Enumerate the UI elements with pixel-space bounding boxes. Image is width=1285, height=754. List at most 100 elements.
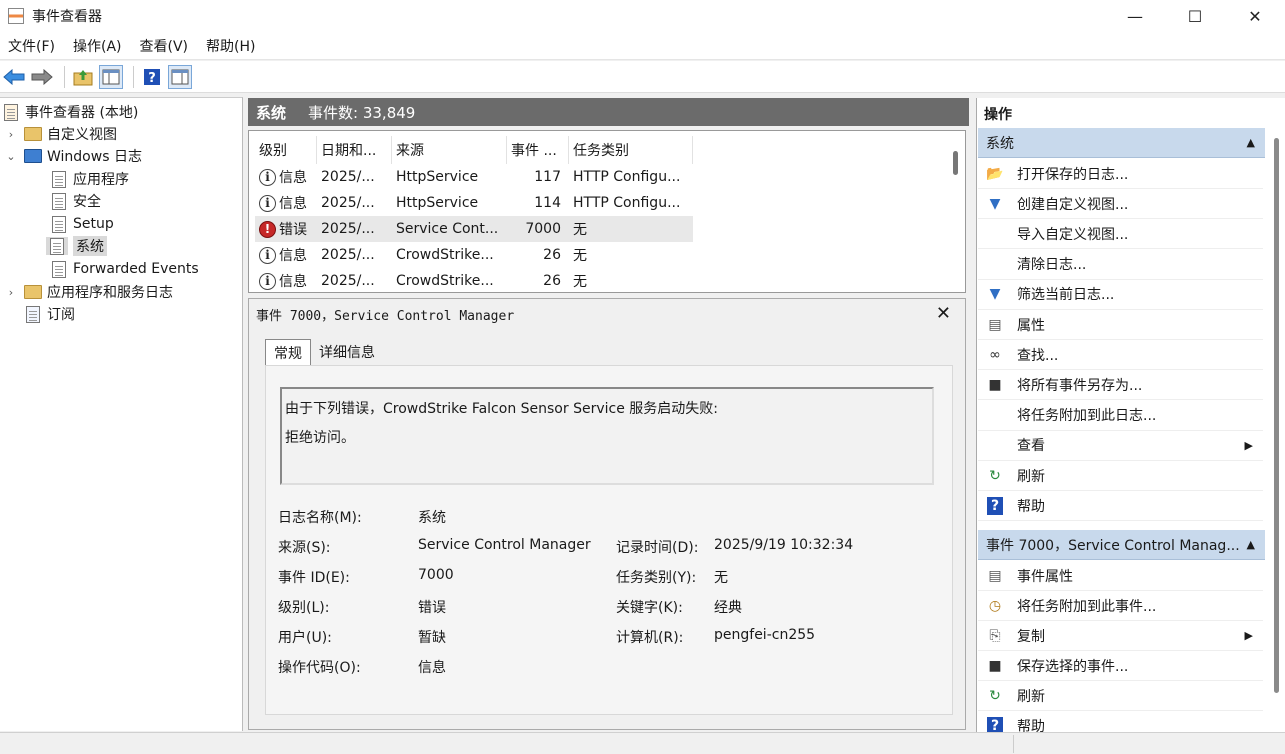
- source-value: Service Control Manager: [418, 537, 591, 553]
- tab-general[interactable]: 常规: [265, 339, 311, 365]
- tree-item-windows-logs[interactable]: ⌄ Windows 日志: [4, 145, 142, 167]
- grid-scrollbar[interactable]: [953, 151, 958, 175]
- action-item[interactable]: ■ 保存选择的事件...: [978, 651, 1263, 681]
- tree-item-setup[interactable]: Setup: [50, 213, 114, 235]
- column-level[interactable]: 级别: [255, 136, 317, 164]
- action-item[interactable]: 导入自定义视图...: [978, 219, 1263, 250]
- row-task: HTTP Configu...: [573, 169, 681, 185]
- log-icon: [50, 260, 68, 278]
- action-item[interactable]: ↻ 刷新: [978, 461, 1263, 491]
- show-hide-action-pane-button[interactable]: [168, 64, 192, 89]
- action-item[interactable]: 将任务附加到此日志...: [978, 401, 1263, 431]
- tab-details[interactable]: 详细信息: [311, 339, 383, 365]
- column-event-id[interactable]: 事件 ...: [507, 136, 569, 164]
- log-name: 系统: [256, 103, 287, 122]
- help-button[interactable]: ?: [140, 65, 164, 89]
- action-item[interactable]: ▤ 事件属性: [978, 561, 1263, 591]
- folder-up-icon: [73, 69, 93, 85]
- menu-file[interactable]: 文件(F): [0, 36, 65, 56]
- action-item[interactable]: ▼ 创建自定义视图...: [978, 189, 1263, 220]
- tree-item-root[interactable]: 事件查看器 (本地): [2, 101, 138, 123]
- action-item[interactable]: ↻ 刷新: [978, 681, 1263, 711]
- tree-item-system[interactable]: 系统: [46, 235, 107, 257]
- window-title: 事件查看器: [32, 9, 102, 25]
- action-item[interactable]: ? 帮助: [978, 491, 1263, 522]
- tree-item-subscriptions[interactable]: 订阅: [24, 303, 75, 325]
- opcode-value: 信息: [418, 660, 446, 676]
- action-item[interactable]: ◷ 将任务附加到此事件...: [978, 591, 1263, 621]
- menu-action[interactable]: 操作(A): [65, 36, 132, 56]
- actions-title: 操作: [984, 107, 1012, 123]
- action-item-label: 复制: [1017, 628, 1045, 645]
- filter-icon: ▼: [989, 195, 1001, 212]
- maximize-button[interactable]: ☐: [1165, 0, 1225, 32]
- table-row[interactable]: i 信息 2025/... CrowdStrike... 26 无: [255, 268, 693, 294]
- action-item[interactable]: ■ 将所有事件另存为...: [978, 370, 1263, 401]
- action-item-label: 保存选择的事件...: [1017, 658, 1129, 675]
- toolbar: ?: [0, 61, 1285, 93]
- menu-view[interactable]: 查看(V): [132, 36, 199, 56]
- forward-button[interactable]: [30, 65, 54, 89]
- close-button[interactable]: ✕: [1225, 0, 1285, 32]
- copy-icon: ⎘: [989, 627, 1001, 644]
- row-date: 2025/...: [321, 273, 375, 289]
- binoculars-icon: ∞: [989, 346, 1001, 363]
- action-item-label: 清除日志...: [1017, 257, 1087, 274]
- tree-item-label: Setup: [73, 216, 114, 232]
- title-bar: 事件查看器 — ☐ ✕: [0, 0, 1285, 32]
- actions-section-system[interactable]: 系统 ▲: [978, 128, 1265, 158]
- table-row[interactable]: i 信息 2025/... HttpService 114 HTTP Config…: [255, 190, 693, 216]
- back-button[interactable]: [2, 65, 26, 89]
- log-icon: [50, 215, 68, 233]
- detail-close-icon[interactable]: ✕: [936, 303, 951, 324]
- menu-help[interactable]: 帮助(H): [198, 36, 265, 56]
- grid-header: 级别 日期和... 来源 事件 ... 任务类别: [255, 136, 693, 164]
- row-date: 2025/...: [321, 221, 375, 237]
- actions-section-event[interactable]: 事件 7000，Service Control Manag... ▲: [978, 530, 1265, 560]
- actions-scrollbar[interactable]: [1274, 138, 1279, 693]
- table-row[interactable]: i 信息 2025/... CrowdStrike... 26 无: [255, 242, 693, 268]
- action-item[interactable]: ▤ 属性: [978, 310, 1263, 340]
- tree-item-security[interactable]: 安全: [50, 190, 101, 212]
- collapse-icon[interactable]: ▲: [1247, 538, 1255, 551]
- tree-item-label: 事件查看器 (本地): [25, 105, 139, 121]
- properties-icon: ▤: [988, 316, 1002, 333]
- opcode-label: 操作代码(O):: [278, 660, 361, 676]
- tree-item-application[interactable]: 应用程序: [50, 168, 129, 190]
- action-item[interactable]: ⎘ 复制 ▶: [978, 621, 1263, 651]
- row-level: 信息: [279, 274, 307, 290]
- help-icon: ?: [144, 68, 160, 86]
- action-item[interactable]: 清除日志...: [978, 250, 1263, 280]
- clock-icon: ◷: [988, 597, 1002, 614]
- action-item[interactable]: ∞ 查找...: [978, 340, 1263, 371]
- action-item[interactable]: 📂 打开保存的日志...: [978, 159, 1263, 189]
- minimize-button[interactable]: —: [1105, 0, 1165, 32]
- chevron-down-icon[interactable]: ⌄: [4, 150, 18, 163]
- action-item-label: 事件属性: [1017, 568, 1073, 585]
- column-task-category[interactable]: 任务类别: [569, 136, 693, 164]
- chevron-right-icon[interactable]: ›: [4, 286, 18, 299]
- column-date[interactable]: 日期和...: [317, 136, 392, 164]
- table-row-selected[interactable]: ! 错误 2025/... Service Cont... 7000 无: [255, 216, 693, 242]
- column-source[interactable]: 来源: [392, 136, 507, 164]
- tree-item-forwarded-events[interactable]: Forwarded Events: [50, 258, 199, 280]
- action-item[interactable]: 查看 ▶: [978, 431, 1263, 461]
- row-date: 2025/...: [321, 247, 375, 263]
- submenu-arrow-icon: ▶: [1244, 629, 1253, 642]
- tree-item-custom-views[interactable]: › 自定义视图: [4, 123, 117, 145]
- chevron-right-icon[interactable]: ›: [4, 128, 18, 141]
- show-hide-console-tree-button[interactable]: [99, 64, 123, 89]
- blank-icon: [984, 223, 1006, 245]
- collapse-icon[interactable]: ▲: [1247, 136, 1255, 149]
- folder-icon: [24, 125, 42, 143]
- blank-icon: [984, 253, 1006, 275]
- table-row[interactable]: i 信息 2025/... HttpService 117 HTTP Config…: [255, 164, 693, 190]
- level-label: 级别(L):: [278, 600, 330, 616]
- tree-item-app-service-logs[interactable]: › 应用程序和服务日志: [4, 281, 173, 303]
- information-icon: i: [259, 272, 276, 290]
- action-item-label: 查找...: [1017, 347, 1059, 364]
- up-folder-button[interactable]: [71, 65, 95, 89]
- action-item[interactable]: ▼ 筛选当前日志...: [978, 280, 1263, 310]
- event-message[interactable]: 由于下列错误，CrowdStrike Falcon Sensor Service…: [280, 387, 934, 485]
- event-viewer-app-icon: [8, 8, 24, 24]
